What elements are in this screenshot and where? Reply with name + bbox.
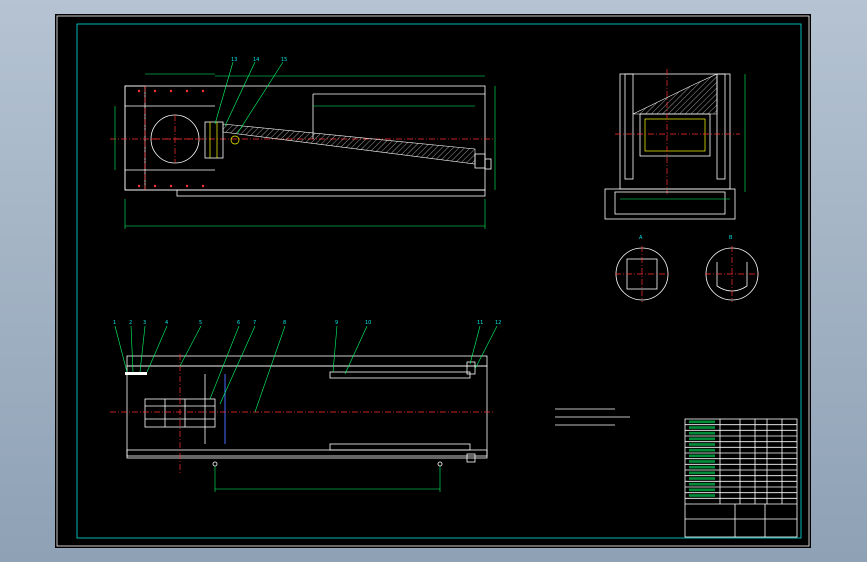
callout-11: 11 (477, 320, 483, 326)
callout-13: 13 (231, 57, 237, 63)
parts-list-entry (689, 426, 715, 429)
parts-list-entry (689, 443, 715, 446)
callout-10: 10 (365, 320, 371, 326)
wedge-hatched-section (222, 123, 476, 165)
top-bolt-holes (137, 89, 205, 188)
callout-12: 12 (495, 320, 501, 326)
callout-1: 1 (113, 320, 116, 326)
parts-list-entry (689, 437, 715, 441)
parts-list-entry (689, 488, 715, 492)
parts-list-entry (689, 477, 715, 480)
callout-4: 4 (165, 320, 168, 326)
parts-list-entry (689, 448, 715, 452)
callout-15: 15 (281, 57, 287, 63)
plan-view: 1 2 3 4 5 6 7 8 9 10 11 12 (110, 320, 501, 492)
callout-14: 14 (253, 57, 259, 63)
section-label-a: A (639, 235, 643, 241)
parts-list (685, 420, 797, 499)
technical-notes (555, 408, 630, 426)
section-view-b: B (705, 235, 759, 302)
callout-9: 9 (335, 320, 338, 326)
section-view-a: A (615, 235, 669, 302)
callout-6: 6 (237, 320, 240, 326)
section-label-b: B (729, 235, 733, 241)
callout-3: 3 (143, 320, 146, 326)
parts-list-entry (689, 482, 715, 486)
drawing-sheet: 13 14 15 A B 1 2 3 4 5 6 7 8 9 10 11 12 (56, 15, 810, 547)
drawing-canvas[interactable]: 13 14 15 A B 1 2 3 4 5 6 7 8 9 10 11 12 (55, 14, 811, 548)
side-elevation-view (604, 69, 746, 220)
callout-8: 8 (283, 320, 286, 326)
cad-window: 13 14 15 A B 1 2 3 4 5 6 7 8 9 10 11 12 (0, 0, 867, 562)
callout-2: 2 (129, 320, 132, 326)
parts-list-entry (689, 460, 715, 463)
parts-list-entry (689, 454, 715, 458)
parts-list-entry (689, 465, 715, 469)
parts-list-entry (689, 420, 715, 424)
front-elevation-view: 13 14 15 (110, 57, 496, 229)
parts-list-entry (689, 494, 715, 497)
callout-5: 5 (199, 320, 202, 326)
callout-7: 7 (253, 320, 256, 326)
parts-list-entry (689, 471, 715, 475)
parts-list-entry (689, 431, 715, 435)
title-block (684, 418, 798, 538)
